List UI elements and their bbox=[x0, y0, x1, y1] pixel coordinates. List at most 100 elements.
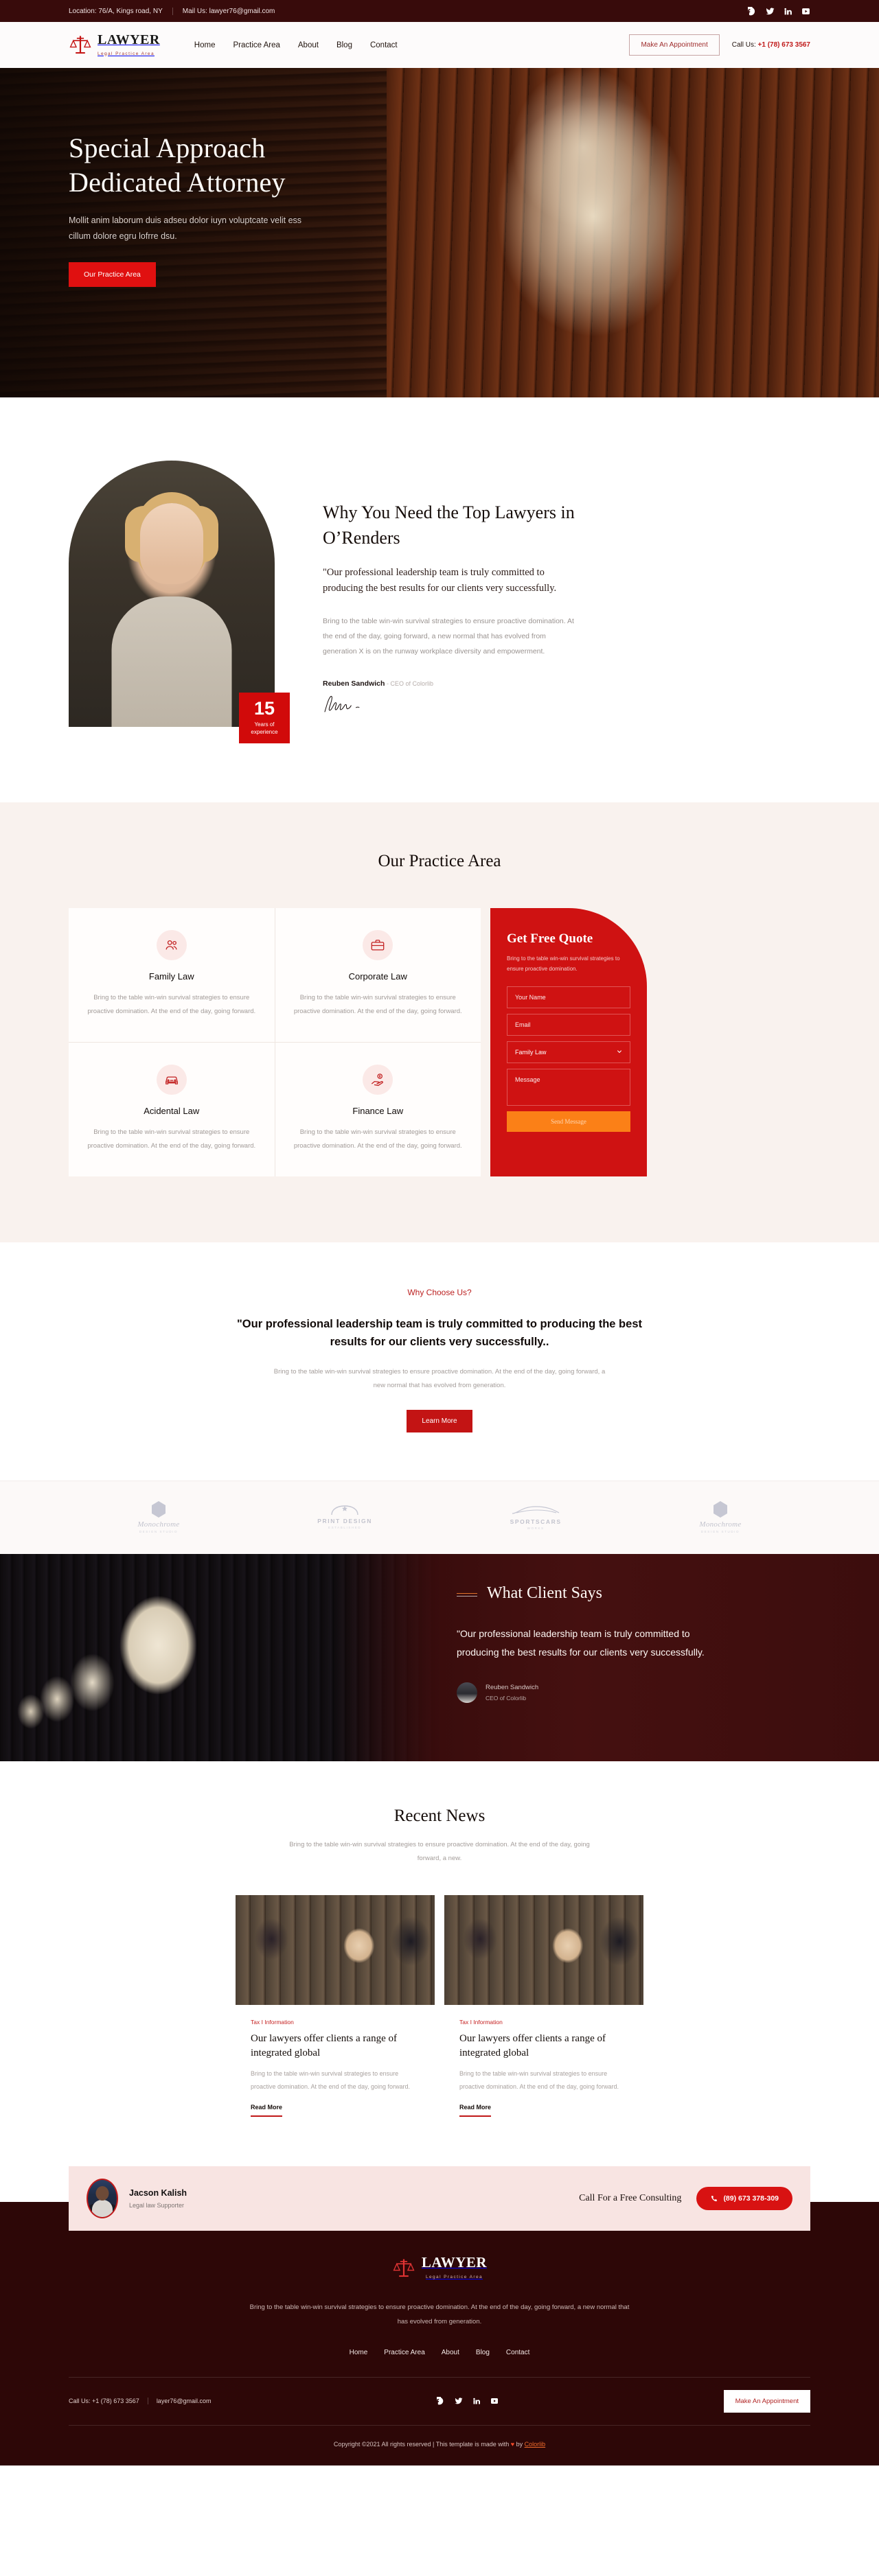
read-more-link[interactable]: Read More bbox=[459, 2104, 492, 2117]
call-phone-number: (89) 673 378-309 bbox=[723, 2194, 779, 2203]
linkedin-icon[interactable] bbox=[784, 7, 792, 16]
news-card-text: Bring to the table win-win survival stra… bbox=[459, 2070, 619, 2090]
practice-card[interactable]: Corporate Law Bring to the table win-win… bbox=[275, 908, 481, 1042]
nav-item-practice-area[interactable]: Practice Area bbox=[233, 41, 279, 49]
practice-card[interactable]: Family Law Bring to the table win-win su… bbox=[69, 908, 275, 1042]
quote-email-input[interactable] bbox=[507, 1014, 630, 1036]
signature-icon bbox=[324, 695, 360, 712]
quote-name-input[interactable] bbox=[507, 986, 630, 1009]
call-us-label: Call Us: bbox=[731, 41, 758, 49]
practice-cards-grid: Family Law Bring to the table win-win su… bbox=[69, 908, 481, 1176]
news-card-tag[interactable]: Tax I Information bbox=[459, 2019, 628, 2026]
testimonial-title: What Client Says bbox=[487, 1584, 602, 1603]
hand-money-icon bbox=[363, 1064, 393, 1095]
cta-person: Jacson Kalish Legal law Supporter bbox=[87, 2179, 187, 2219]
recent-news-section: Recent News Bring to the table win-win s… bbox=[0, 1761, 879, 2134]
make-appointment-button[interactable]: Make An Appointment bbox=[629, 34, 720, 56]
experience-years-label: Years of experience bbox=[251, 721, 278, 735]
about-author-name: Reuben Sandwich bbox=[323, 679, 385, 688]
nav-item-home[interactable]: Home bbox=[194, 41, 216, 49]
practice-card-title: Acidental Law bbox=[144, 1105, 200, 1116]
partner-logo-sportscars: SPORTSCARS WORKS bbox=[510, 1504, 562, 1530]
why-choose-text: Bring to the table win-win survival stra… bbox=[273, 1368, 606, 1389]
linkedin-icon[interactable] bbox=[472, 2397, 481, 2405]
partner-logo-monochrome: Monochrome DESIGN STUDIO bbox=[137, 1500, 179, 1533]
hero-title-line-2: Dedicated Attorney bbox=[69, 167, 286, 198]
experience-badge: 15 Years of experience bbox=[239, 693, 290, 743]
read-more-link[interactable]: Read More bbox=[251, 2104, 283, 2117]
partner-logo-monochrome-2: Monochrome DESIGN STUDIO bbox=[699, 1500, 741, 1533]
hero-cta-button[interactable]: Our Practice Area bbox=[69, 262, 156, 288]
site-logo[interactable]: LAWYER Legal Practice Area bbox=[69, 33, 160, 58]
quote-practice-select-wrapper bbox=[507, 1041, 630, 1064]
news-card-image bbox=[444, 1895, 643, 2006]
cta-person-name: Jacson Kalish bbox=[129, 2188, 187, 2198]
practice-card-title: Finance Law bbox=[352, 1105, 404, 1116]
nav-item-contact[interactable]: Contact bbox=[370, 41, 398, 49]
experience-years-number: 15 bbox=[253, 698, 275, 719]
nav-item-blog[interactable]: Blog bbox=[336, 41, 352, 49]
practice-card-text: Bring to the table win-win survival stra… bbox=[293, 1128, 462, 1150]
call-phone-button[interactable]: (89) 673 378-309 bbox=[696, 2187, 792, 2211]
avatar bbox=[457, 1682, 477, 1704]
footer-nav-item-about[interactable]: About bbox=[442, 2349, 459, 2356]
testimonial-quote: "Our professional leadership team is tru… bbox=[457, 1628, 705, 1658]
learn-more-button[interactable]: Learn More bbox=[407, 1410, 472, 1433]
partner-logo-sub: DESIGN STUDIO bbox=[139, 1530, 179, 1534]
copyright-mid: by bbox=[514, 2440, 525, 2448]
practice-area-title: Our Practice Area bbox=[378, 852, 501, 870]
about-author: Reuben Sandwich - CEO of Colorlib bbox=[323, 680, 580, 688]
partner-logo-label: Monochrome bbox=[137, 1520, 180, 1529]
quote-practice-select[interactable] bbox=[507, 1041, 630, 1064]
quote-message-input[interactable] bbox=[507, 1069, 630, 1106]
twitter-icon[interactable] bbox=[766, 7, 775, 16]
partner-logo-sub: ESTABLISHED bbox=[328, 1526, 362, 1530]
footer-nav-item-blog[interactable]: Blog bbox=[476, 2349, 490, 2356]
news-card[interactable]: Tax I Information Our lawyers offer clie… bbox=[444, 1895, 643, 2134]
copyright-text: Copyright ©2021 All rights reserved | Th… bbox=[333, 2440, 511, 2448]
youtube-icon[interactable] bbox=[490, 2397, 499, 2405]
free-quote-subtitle: Bring to the table win-win survival stra… bbox=[507, 955, 620, 973]
consulting-cta-section: Jacson Kalish Legal law Supporter Call F… bbox=[0, 2133, 879, 2231]
footer-contacts: Call Us: +1 (78) 673 3567 layer76@gmail.… bbox=[69, 2398, 211, 2405]
youtube-icon[interactable] bbox=[801, 7, 810, 16]
why-choose-eyebrow: Why Choose Us? bbox=[407, 1287, 472, 1297]
footer-description: Bring to the table win-win survival stra… bbox=[249, 2303, 630, 2326]
news-card-tag[interactable]: Tax I Information bbox=[251, 2019, 420, 2026]
recent-news-lead: Bring to the table win-win survival stra… bbox=[289, 1841, 590, 1862]
star-arch-icon bbox=[331, 1505, 358, 1516]
send-message-button[interactable]: Send Message bbox=[507, 1111, 630, 1133]
footer-logo[interactable]: LAWYER Legal Practice Area bbox=[392, 2255, 487, 2281]
footer-nav-item-practice-area[interactable]: Practice Area bbox=[384, 2349, 424, 2356]
top-bar-contacts: Location: 76/A, Kings road, NY Mail Us: … bbox=[69, 7, 275, 15]
hero-section: Special Approach Dedicated Attorney Moll… bbox=[0, 68, 879, 397]
practice-card[interactable]: Acidental Law Bring to the table win-win… bbox=[69, 1042, 275, 1176]
news-card[interactable]: Tax I Information Our lawyers offer clie… bbox=[236, 1895, 435, 2134]
news-card-text: Bring to the table win-win survival stra… bbox=[251, 2070, 410, 2090]
colorlib-link[interactable]: Colorlib bbox=[525, 2441, 546, 2448]
nav-item-about[interactable]: About bbox=[298, 41, 319, 49]
footer-nav-item-home[interactable]: Home bbox=[350, 2349, 368, 2356]
top-bar: Location: 76/A, Kings road, NY Mail Us: … bbox=[0, 0, 879, 22]
car-icon bbox=[156, 1064, 187, 1095]
twitter-icon[interactable] bbox=[455, 2397, 463, 2405]
footer-call-text[interactable]: Call Us: +1 (78) 673 3567 bbox=[69, 2398, 139, 2404]
footer-nav-item-contact[interactable]: Contact bbox=[506, 2349, 529, 2356]
footer-brand-tagline: Legal Practice Area bbox=[426, 2275, 483, 2280]
facebook-icon[interactable] bbox=[436, 2397, 445, 2405]
footer-social-links bbox=[436, 2397, 499, 2405]
partner-logo-sub: DESIGN STUDIO bbox=[700, 1530, 740, 1534]
footer-make-appointment-button[interactable]: Make An Appointment bbox=[723, 2389, 810, 2413]
partner-logo-label: PRINT DESIGN bbox=[317, 1518, 372, 1525]
testimonial-accent-dash bbox=[457, 1593, 477, 1594]
call-us-number[interactable]: +1 (78) 673 3567 bbox=[758, 41, 810, 49]
footer-mail-text[interactable]: layer76@gmail.com bbox=[147, 2398, 211, 2405]
practice-card-title: Corporate Law bbox=[348, 971, 407, 982]
location-text: Location: 76/A, Kings road, NY bbox=[69, 7, 163, 15]
testimonial-author: Reuben Sandwich CEO of Colorlib bbox=[457, 1682, 718, 1704]
news-card-title: Our lawyers offer clients a range of int… bbox=[459, 2033, 606, 2058]
attorney-portrait-image bbox=[69, 461, 275, 727]
practice-card[interactable]: Finance Law Bring to the table win-win s… bbox=[275, 1042, 481, 1176]
why-choose-heading: "Our professional leadership team is tru… bbox=[236, 1317, 642, 1349]
facebook-icon[interactable] bbox=[748, 6, 757, 16]
